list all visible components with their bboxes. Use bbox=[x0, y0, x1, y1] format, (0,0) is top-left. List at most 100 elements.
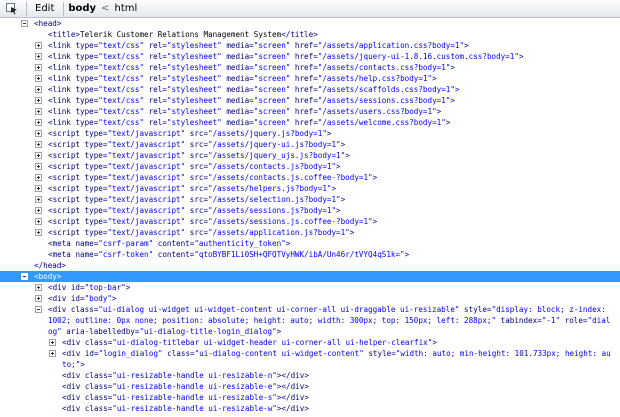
expand-toggle-icon[interactable] bbox=[35, 152, 42, 159]
collapse-toggle-icon[interactable] bbox=[21, 273, 28, 280]
attr-name-token: rel= bbox=[144, 85, 167, 94]
tag-token: > bbox=[432, 338, 437, 347]
tree-node[interactable]: <script type="text/javascript" src="/ass… bbox=[0, 128, 620, 139]
attr-name-token: href= bbox=[290, 52, 318, 61]
node-markup: <div id="login_dialog" class="ui-dialog-… bbox=[62, 349, 611, 369]
node-markup: <meta name="csrf-token" content="qtoBYBF… bbox=[48, 250, 409, 259]
tree-node[interactable]: <link type="text/css" rel="stylesheet" m… bbox=[0, 117, 620, 128]
expand-toggle-icon[interactable] bbox=[35, 295, 42, 302]
attr-value-token: "text/javascript" bbox=[107, 173, 186, 182]
expand-toggle-icon[interactable] bbox=[35, 130, 42, 137]
tag-token: > bbox=[450, 63, 455, 72]
expand-toggle-icon[interactable] bbox=[35, 141, 42, 148]
expand-toggle-icon[interactable] bbox=[35, 64, 42, 71]
tree-node[interactable]: <link type="text/css" rel="stylesheet" m… bbox=[0, 95, 620, 106]
expand-toggle-icon[interactable] bbox=[35, 284, 42, 291]
expand-toggle-icon[interactable] bbox=[35, 108, 42, 115]
expand-toggle-icon[interactable] bbox=[35, 174, 42, 181]
expand-toggle-icon[interactable] bbox=[35, 185, 42, 192]
tag-token: <link bbox=[48, 41, 76, 50]
attr-name-token: class= bbox=[84, 393, 113, 402]
tree-node[interactable]: <script type="text/javascript" src="/ass… bbox=[0, 139, 620, 150]
node-markup: <script type="text/javascript" src="/ass… bbox=[48, 228, 354, 237]
tree-node[interactable]: <link type="text/css" rel="stylesheet" m… bbox=[0, 51, 620, 62]
tree-node[interactable]: <script type="text/javascript" src="/ass… bbox=[0, 161, 620, 172]
tree-node[interactable]: <script type="text/javascript" src="/ass… bbox=[0, 194, 620, 205]
tree-node[interactable]: <script type="text/javascript" src="/ass… bbox=[0, 205, 620, 216]
tree-node[interactable]: </head> bbox=[0, 260, 620, 271]
attr-name-token: href= bbox=[290, 118, 318, 127]
tree-node[interactable]: <script type="text/javascript" src="/ass… bbox=[0, 172, 620, 183]
tag-token: <script bbox=[48, 173, 85, 182]
tree-node[interactable]: <script type="text/javascript" src="/ass… bbox=[0, 183, 620, 194]
tree-node[interactable]: <meta name="csrf-param" content="authent… bbox=[0, 238, 620, 249]
tag-token: > bbox=[112, 294, 117, 303]
breadcrumb-html[interactable]: html bbox=[112, 3, 139, 14]
tree-node[interactable]: <div id="login_dialog" class="ui-dialog-… bbox=[0, 348, 620, 370]
attr-name-token: src= bbox=[185, 129, 209, 138]
expand-toggle-icon[interactable] bbox=[35, 196, 42, 203]
expand-toggle-icon[interactable] bbox=[35, 75, 42, 82]
tag-token: > bbox=[125, 283, 131, 292]
tree-node[interactable]: <meta name="csrf-token" content="qtoBYBF… bbox=[0, 249, 620, 260]
node-markup: <head> bbox=[34, 19, 61, 28]
attr-value-token: "authenticity_token" bbox=[194, 239, 286, 248]
attr-value-token: "/assets/users.css?body=1" bbox=[317, 107, 437, 116]
attr-value-token: "ui-resizable-handle ui-resizable-w" bbox=[112, 404, 277, 413]
tag-token: > bbox=[404, 250, 410, 259]
tree-node[interactable]: <div class="ui-dialog-titlebar ui-widget… bbox=[0, 337, 620, 348]
tree-node[interactable]: <title>Telerik Customer Relations Manage… bbox=[0, 29, 620, 40]
attr-value-token: "text/javascript" bbox=[107, 151, 186, 160]
tree-node[interactable]: <script type="text/javascript" src="/ass… bbox=[0, 227, 620, 238]
expand-toggle-icon[interactable] bbox=[35, 53, 42, 60]
tree-node[interactable]: <link type="text/css" rel="stylesheet" m… bbox=[0, 62, 620, 73]
attr-name-token: type= bbox=[84, 151, 108, 160]
tag-token: <link bbox=[48, 74, 76, 83]
attr-value-token: "screen" bbox=[253, 107, 291, 116]
tree-node[interactable]: <div id="body"> bbox=[0, 293, 620, 304]
attr-value-token: "/assets/contacts.js.coffee-?body=1" bbox=[208, 173, 373, 182]
tag-token: <body> bbox=[34, 272, 62, 281]
expand-toggle-icon[interactable] bbox=[35, 218, 42, 225]
tag-token: > bbox=[349, 228, 355, 237]
edit-button[interactable]: Edit bbox=[29, 3, 61, 14]
tree-node[interactable]: <div class="ui-dialog ui-widget ui-widge… bbox=[0, 304, 620, 337]
expand-toggle-icon[interactable] bbox=[35, 163, 42, 170]
attr-value-token: "text/javascript" bbox=[107, 228, 186, 237]
tree-node[interactable]: <head> bbox=[0, 18, 620, 29]
tree-node[interactable]: <div class="ui-resizable-handle ui-resiz… bbox=[0, 381, 620, 392]
tree-node[interactable]: <link type="text/css" rel="stylesheet" m… bbox=[0, 73, 620, 84]
tree-node[interactable]: <script type="text/javascript" src="/ass… bbox=[0, 216, 620, 227]
tree-node[interactable]: <link type="text/css" rel="stylesheet" m… bbox=[0, 106, 620, 117]
collapse-toggle-icon[interactable] bbox=[35, 306, 42, 313]
expand-toggle-icon[interactable] bbox=[35, 97, 42, 104]
attr-value-token: "text/javascript" bbox=[107, 140, 186, 149]
attr-name-token: type= bbox=[84, 228, 108, 237]
tree-node[interactable]: <script type="text/javascript" src="/ass… bbox=[0, 150, 620, 161]
expand-toggle-icon[interactable] bbox=[35, 229, 42, 236]
tree-node[interactable]: <div class="ui-resizable-handle ui-resiz… bbox=[0, 370, 620, 381]
attr-value-token: "text/css" bbox=[98, 118, 145, 127]
attr-value-token: "/assets/welcome.css?body=1" bbox=[317, 118, 446, 127]
tree-node[interactable]: <link type="text/css" rel="stylesheet" m… bbox=[0, 40, 620, 51]
collapse-toggle-icon[interactable] bbox=[21, 20, 28, 27]
tag-token: <link bbox=[48, 85, 76, 94]
expand-toggle-icon[interactable] bbox=[35, 207, 42, 214]
tag-token: <link bbox=[48, 96, 76, 105]
attr-name-token: name= bbox=[75, 239, 99, 248]
breadcrumb-body[interactable]: body bbox=[66, 3, 98, 14]
tree-node[interactable]: <link type="text/css" rel="stylesheet" m… bbox=[0, 84, 620, 95]
expand-toggle-icon[interactable] bbox=[35, 42, 42, 49]
tag-token: <script bbox=[48, 206, 85, 215]
expand-toggle-icon[interactable] bbox=[49, 339, 56, 346]
tree-node[interactable]: <div class="ui-resizable-handle ui-resiz… bbox=[0, 403, 620, 414]
inspect-cursor-icon[interactable] bbox=[6, 2, 18, 15]
attr-value-token: "/assets/sessions.css?body=1" bbox=[317, 96, 451, 105]
tree-node[interactable]: <div class="ui-resizable-handle ui-resiz… bbox=[0, 392, 620, 403]
tag-token: <script bbox=[48, 228, 85, 237]
tree-node-selected[interactable]: <body> bbox=[0, 271, 620, 282]
tree-node[interactable]: <div id="top-bar"> bbox=[0, 282, 620, 293]
expand-toggle-icon[interactable] bbox=[49, 350, 56, 357]
expand-toggle-icon[interactable] bbox=[35, 119, 42, 126]
expand-toggle-icon[interactable] bbox=[35, 86, 42, 93]
